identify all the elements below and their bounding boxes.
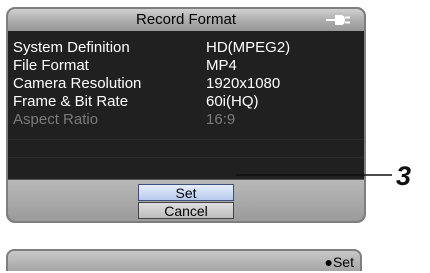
callout-leader-line [236, 174, 392, 176]
callout-number: 3 [396, 161, 412, 191]
